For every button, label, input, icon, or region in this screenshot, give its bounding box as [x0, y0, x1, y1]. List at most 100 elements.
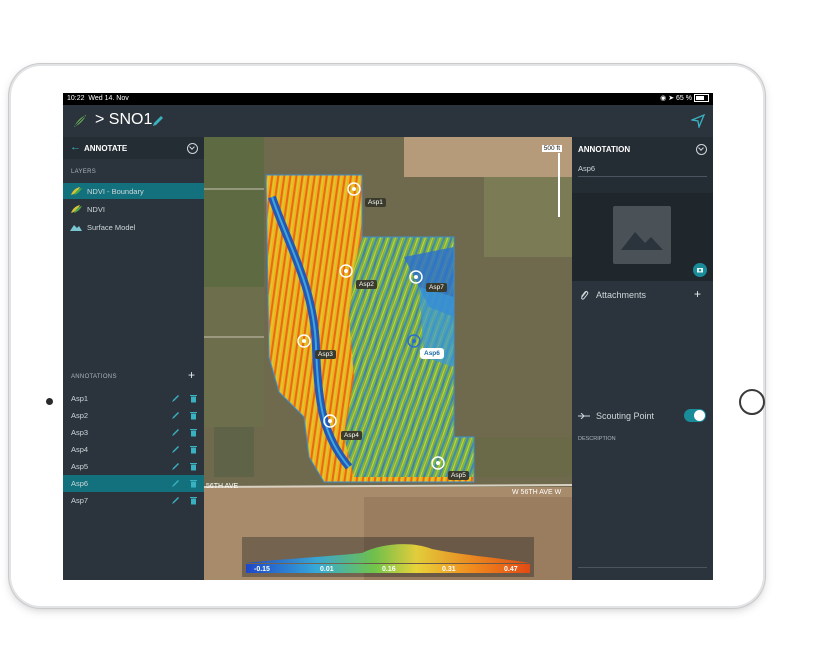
annotation-label: Asp6 [71, 479, 89, 488]
annotation-panel: ANNOTATION Asp6 Attachments + Scouting P… [572, 137, 713, 580]
edit-icon[interactable] [171, 495, 181, 505]
trash-icon[interactable] [189, 478, 198, 488]
legend-tick: 0.01 [320, 566, 334, 573]
app-logo-icon [74, 115, 86, 127]
pin-label-selected[interactable]: Asp6 [420, 348, 444, 359]
annotation-pin-icon[interactable] [406, 333, 422, 349]
annotation-label: Asp7 [71, 496, 89, 505]
ndvi-map[interactable]: 500 ft 56TH AVE W 56TH AVE W Asp1 Asp2 A… [204, 137, 572, 580]
edit-icon[interactable] [171, 410, 181, 420]
edit-icon[interactable] [171, 393, 181, 403]
scouting-point-toggle[interactable] [684, 409, 706, 422]
ndvi-legend: -0.15 0.01 0.16 0.31 0.47 [242, 537, 534, 577]
photo-area [572, 193, 713, 281]
battery-icon [694, 94, 709, 103]
scouting-point-icon [578, 413, 590, 419]
front-camera [46, 398, 53, 405]
pin-label[interactable]: Asp4 [341, 431, 362, 440]
satellite-map-image [204, 137, 572, 580]
map-scale-label: 500 ft [541, 145, 562, 152]
annotation-row[interactable]: Asp3 [63, 424, 204, 441]
annotation-pin-icon[interactable] [408, 269, 424, 285]
pin-label[interactable]: Asp3 [315, 350, 336, 359]
road-label: 56TH AVE [206, 483, 239, 490]
image-placeholder-icon[interactable] [613, 206, 671, 264]
add-attachment-button[interactable]: + [694, 287, 701, 301]
annotation-pin-icon[interactable] [296, 333, 312, 349]
home-button[interactable] [739, 389, 765, 415]
annotation-name-field[interactable]: Asp6 [578, 164, 595, 173]
app-screen: 10:22 Wed 14. Nov ◉ ➤ 65 % > SNO1 ← ANNO… [63, 93, 713, 580]
annotations-label: ANNOTATIONS [71, 374, 117, 380]
scouting-point-label: Scouting Point [596, 411, 655, 421]
road-label: W 56TH AVE W [512, 489, 562, 496]
wifi-icon: ◉ [660, 95, 667, 102]
trash-icon[interactable] [189, 444, 198, 454]
edit-icon[interactable] [171, 444, 181, 454]
annotation-label: Asp5 [71, 462, 89, 471]
collapse-chevron-icon[interactable] [696, 144, 707, 155]
layer-surface-model[interactable]: Surface Model [63, 219, 204, 235]
trash-icon[interactable] [189, 461, 198, 471]
description-label: DESCRIPTION [578, 436, 616, 442]
add-annotation-button[interactable]: + [188, 368, 195, 382]
annotate-header: ← ANNOTATE [63, 137, 204, 159]
legend-tick: 0.16 [382, 566, 396, 573]
annotation-title: ANNOTATION [578, 145, 631, 154]
annotation-row[interactable]: Asp4 [63, 441, 204, 458]
annotation-pin-icon[interactable] [346, 181, 362, 197]
back-arrow-icon[interactable]: ← [70, 141, 81, 153]
attachments-label: Attachments [596, 290, 647, 300]
annotation-pin-icon[interactable] [430, 455, 446, 471]
layer-label: NDVI [87, 205, 105, 214]
annotation-header: ANNOTATION Asp6 [572, 137, 713, 193]
annotation-pin-icon[interactable] [338, 263, 354, 279]
annotation-pin-icon[interactable] [322, 413, 338, 429]
annotation-label: Asp1 [71, 394, 89, 403]
pin-label[interactable]: Asp1 [365, 198, 386, 207]
edit-title-icon[interactable] [151, 114, 165, 128]
trash-icon[interactable] [189, 427, 198, 437]
page-title: > SNO1 [95, 111, 153, 128]
legend-tick: -0.15 [254, 566, 270, 573]
edit-icon[interactable] [171, 478, 181, 488]
collapse-chevron-icon[interactable] [187, 143, 198, 154]
surface-model-icon [70, 225, 82, 231]
trash-icon[interactable] [189, 410, 198, 420]
ndvi-icon [71, 205, 82, 213]
status-bar: 10:22 Wed 14. Nov ◉ ➤ 65 % [63, 93, 713, 105]
pin-label[interactable]: Asp2 [356, 280, 377, 289]
pin-label[interactable]: Asp7 [426, 283, 447, 292]
navigate-icon[interactable] [691, 114, 705, 128]
annotation-label: Asp3 [71, 428, 89, 437]
trash-icon[interactable] [189, 495, 198, 505]
annotation-label: Asp2 [71, 411, 89, 420]
trash-icon[interactable] [189, 393, 198, 403]
layer-label: Surface Model [87, 223, 136, 232]
pin-label[interactable]: Asp5 [448, 471, 469, 480]
layer-ndvi[interactable]: NDVI [63, 201, 204, 217]
annotation-label: Asp4 [71, 445, 89, 454]
layers-label: LAYERS [71, 169, 97, 175]
battery-percent: 65 % [676, 95, 692, 102]
annotation-row[interactable]: Asp5 [63, 458, 204, 475]
map-scale-bar [558, 153, 560, 217]
layer-label: NDVI - Boundary [87, 187, 144, 196]
legend-tick: 0.47 [504, 566, 518, 573]
annotate-title: ANNOTATE [84, 144, 128, 153]
edit-icon[interactable] [171, 461, 181, 471]
legend-tick: 0.31 [442, 566, 456, 573]
paperclip-icon [581, 290, 589, 300]
location-icon: ➤ [668, 95, 675, 102]
annotation-row[interactable]: Asp1 [63, 390, 204, 407]
annotation-row[interactable]: Asp2 [63, 407, 204, 424]
status-date: Wed 14. Nov [88, 95, 129, 102]
status-time: 10:22 [67, 95, 85, 102]
edit-icon[interactable] [171, 427, 181, 437]
layer-ndvi-boundary[interactable]: NDVI - Boundary [63, 183, 204, 199]
annotation-row[interactable]: Asp6 [63, 475, 204, 492]
description-field[interactable] [578, 567, 707, 568]
annotation-row[interactable]: Asp7 [63, 492, 204, 509]
camera-icon[interactable] [693, 263, 707, 277]
nav-bar: > SNO1 [63, 105, 713, 137]
